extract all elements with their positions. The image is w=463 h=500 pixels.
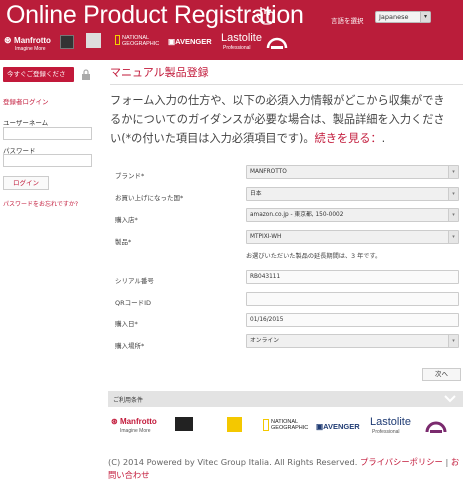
read-more-suffix: . — [381, 132, 386, 145]
brand-logo-manfrotto: ⊛ Manfrotto — [4, 35, 51, 45]
date-label: 購入日* — [115, 320, 138, 328]
qr-label: QRコードID — [115, 299, 152, 307]
header-bar: Online Product Registration 言語を選択 Japane… — [0, 0, 463, 60]
language-select-value: Japanese — [379, 13, 409, 21]
pointer-hand-icon — [256, 7, 274, 25]
chevron-down-icon: ▾ — [448, 166, 458, 178]
chevron-down-icon: ▾ — [448, 188, 458, 200]
country-select-value: 日本 — [250, 191, 262, 197]
brand-select-value: MANFROTTO — [250, 169, 287, 175]
read-more-link[interactable]: 続きを見る： — [315, 132, 382, 145]
intro-line-2: るかについてのガイダンスが必要な場合は、製品詳細を入力くださ — [110, 113, 445, 126]
brand-select[interactable]: MANFROTTO ▾ — [246, 165, 459, 179]
privacy-policy-link[interactable]: プライバシーポリシー — [360, 457, 443, 467]
footer-logo-colorama — [425, 421, 447, 433]
purchase-date-input[interactable]: 01/16/2015 — [246, 313, 459, 327]
footer-logo-avenger: ▣AVENGER — [316, 422, 360, 431]
store-label: 購入店* — [115, 216, 138, 224]
store-select[interactable]: amazon.co.jp - 東京都, 150-0002 ▾ — [246, 208, 459, 222]
chevron-down-icon: ▾ — [420, 12, 430, 22]
brand-logo-lastolite: Lastolite — [221, 32, 262, 44]
footer-logo-lastolite-sub: Professional — [372, 429, 400, 435]
chevron-down-icon: ▾ — [448, 209, 458, 221]
divider — [110, 84, 463, 85]
brand-tagline: Imagine More — [15, 46, 46, 52]
footer-logo-natgeo: NATIONAL GEOGRAPHIC — [271, 419, 309, 431]
kata-logo — [86, 33, 101, 48]
serial-label: シリアル番号 — [115, 277, 154, 285]
register-now-button[interactable]: 今すぐご登録くださ — [3, 67, 74, 82]
gitzo-logo — [60, 35, 74, 49]
footer: (C) 2014 Powered by Vitec Group Italia. … — [108, 456, 463, 482]
language-label: 言語を選択 — [331, 17, 364, 25]
login-button[interactable]: ログイン — [3, 176, 49, 190]
serial-input[interactable]: RB043111 — [246, 270, 459, 284]
forgot-password-link[interactable]: パスワードをお忘れですか? — [3, 199, 78, 208]
lock-icon — [82, 69, 90, 80]
intro-line-1: フォーム入力の仕方や、以下の必須入力情報がどこから収集ができ — [110, 94, 445, 107]
terms-accordion[interactable]: ご利用条件 — [108, 391, 463, 407]
brand-logo-natgeo: NATIONAL GEOGRAPHIC — [122, 35, 160, 47]
chevron-down-icon: ▾ — [448, 335, 458, 347]
registered-login-heading: 登録者ログイン — [3, 98, 49, 106]
place-label: 購入場所* — [115, 342, 145, 350]
password-input[interactable] — [3, 154, 92, 167]
footer-logo-lastolite: Lastolite — [370, 416, 411, 428]
colorama-logo — [266, 37, 288, 49]
language-select[interactable]: Japanese ▾ — [375, 11, 431, 23]
qr-input[interactable] — [246, 292, 459, 306]
product-select[interactable]: MTPIXI-WH ▾ — [246, 230, 459, 244]
username-label: ユーザーネーム — [3, 119, 49, 127]
footer-brand-logos: ⊛ Manfrotto Imagine More NATIONAL GEOGRA… — [108, 407, 463, 448]
page-title: マニュアル製品登録 — [110, 66, 209, 79]
footer-natgeo-frame-icon — [263, 419, 269, 431]
country-select[interactable]: 日本 ▾ — [246, 187, 459, 201]
footer-logo-gitzo — [175, 417, 193, 431]
place-select[interactable]: オンライン ▾ — [246, 334, 459, 348]
product-select-value: MTPIXI-WH — [250, 234, 282, 240]
footer-logo-manfrotto: ⊛ Manfrotto — [111, 417, 157, 426]
chevron-down-icon — [444, 395, 456, 403]
footer-separator: | — [445, 457, 449, 467]
store-select-value: amazon.co.jp - 東京都, 150-0002 — [250, 212, 344, 218]
next-button[interactable]: 次へ — [422, 368, 461, 381]
country-label: お買い上げになった国* — [115, 194, 184, 202]
copyright-text: (C) 2014 Powered by Vitec Group Italia. … — [108, 457, 358, 467]
chevron-down-icon: ▾ — [448, 231, 458, 243]
terms-label: ご利用条件 — [113, 397, 144, 404]
national-geographic-frame-icon — [115, 35, 120, 45]
brand-logo-avenger: ▣AVENGER — [168, 37, 212, 46]
intro-text: フォーム入力の仕方や、以下の必須入力情報がどこから収集ができ るかについてのガイ… — [110, 91, 463, 148]
brand-label: ブランド* — [115, 172, 145, 180]
brand-logo-lastolite-sub: Professional — [223, 45, 251, 51]
footer-logo-kata — [227, 417, 242, 432]
place-select-value: オンライン — [250, 338, 279, 344]
intro-line-3: い(*の付いた項目は入力必須項目です)。 — [110, 132, 315, 145]
username-input[interactable] — [3, 127, 92, 140]
warranty-note: お選びいただいた製品の延長期間は、3 年です。 — [246, 253, 382, 260]
footer-logo-manfrotto-tagline: Imagine More — [120, 428, 151, 434]
product-label: 製品* — [115, 238, 132, 246]
